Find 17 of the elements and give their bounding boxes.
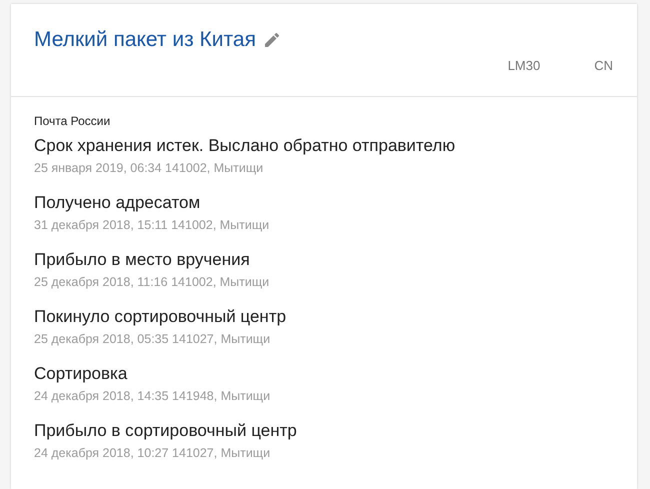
event-status: Срок хранения истек. Выслано обратно отправителю — [34, 136, 456, 156]
event-details: 31 декабря 2018, 15:11 141002, Мытищи — [34, 218, 270, 232]
carrier-name: Почта России — [34, 114, 112, 128]
tracking-number: CN — [594, 58, 613, 73]
event-status: Сортировка — [34, 364, 128, 384]
event-status: Покинуло сортировочный центр — [34, 307, 288, 327]
event-details: 25 января 2019, 06:34 141002, Мытищи — [34, 161, 264, 175]
event-details: 24 декабря 2018, 14:35 141948, Мытищи — [34, 389, 272, 403]
edit-icon[interactable] — [264, 33, 279, 47]
event-status: Прибыло в место вручения — [34, 250, 251, 270]
event-status: Прибыло в сортировочный центр — [34, 421, 298, 441]
tracking-number: LM30 — [508, 58, 540, 73]
event-details: 25 декабря 2018, 05:35 141027, Мытищи — [34, 332, 272, 346]
event-details: 25 декабря 2018, 11:16 141002, Мытищи — [34, 275, 270, 289]
event-status: Получено адресатом — [34, 193, 202, 213]
parcel-title: Мелкий пакет из Китая — [34, 28, 256, 52]
event-details: 24 декабря 2018, 10:27 141027, Мытищи — [34, 446, 272, 460]
